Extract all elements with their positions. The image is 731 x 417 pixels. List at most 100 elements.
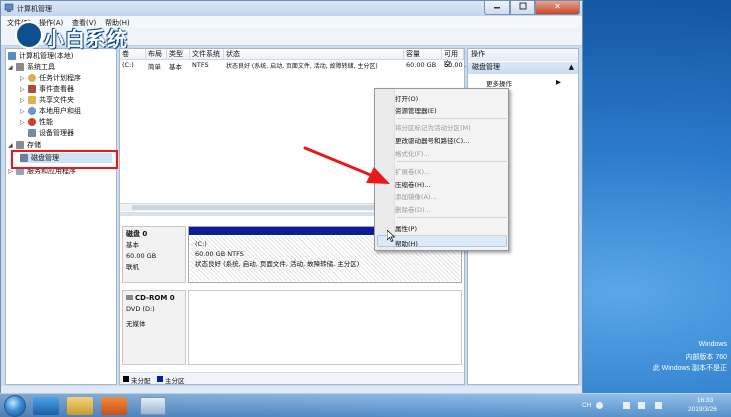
tree-item-device-manager-label: 设备管理器 xyxy=(39,129,74,137)
tree-item-device-manager[interactable]: 设备管理器 xyxy=(28,128,74,138)
navigation-tree: 计算机管理(本地) ◢ 系统工具 ▷ 任务计划程序 ▷ 事件查看器 ▷ 共享文件… xyxy=(5,48,117,385)
tree-item-storage-label: 存储 xyxy=(27,141,41,149)
ctx-separator xyxy=(397,161,507,162)
tree-item-shared-folders-label: 共享文件夹 xyxy=(39,96,74,104)
legend-unallocated: 未分配 xyxy=(131,377,151,385)
submenu-arrow-icon: ▶ xyxy=(556,78,561,86)
performance-icon xyxy=(28,118,36,126)
tree-item-system-tools[interactable]: ◢ 系统工具 xyxy=(8,62,55,72)
context-menu-gutter xyxy=(375,89,395,250)
ctx-help[interactable]: 帮助(H) xyxy=(395,238,418,248)
collapse-arrow-icon[interactable]: ▷ xyxy=(20,75,26,82)
close-button[interactable]: ✕ xyxy=(535,1,580,15)
tree-item-event-viewer[interactable]: ▷ 事件查看器 xyxy=(20,84,74,94)
minimize-icon xyxy=(494,7,500,9)
disk-0-title: 磁盘 0 xyxy=(126,230,148,238)
tree-item-storage[interactable]: ◢ 存储 xyxy=(8,140,41,150)
device-manager-icon xyxy=(28,129,36,137)
status-bar xyxy=(1,386,582,393)
partition-status: 状态良好 (系统, 启动, 页面文件, 活动, 故障转储, 主分区) xyxy=(195,260,360,268)
media-player-icon[interactable] xyxy=(101,397,127,415)
cdrom-0-drive: DVD (D:) xyxy=(126,305,155,313)
legend-bar: 未分配 主分区 xyxy=(120,372,464,385)
desktop-windows-text: Windows xyxy=(698,341,727,348)
collapse-arrow-icon[interactable]: ▷ xyxy=(20,86,26,93)
minimize-button[interactable] xyxy=(484,1,510,15)
layout-cell: 简单 xyxy=(148,63,161,71)
window-title: 计算机管理 xyxy=(17,5,52,13)
cdrom-0-label[interactable]: CD-ROM 0 DVD (D:) 无媒体 xyxy=(122,290,186,365)
ctx-mark-active[interactable]: 将分区标记为活动分区(M) xyxy=(395,122,471,132)
column-header-type[interactable]: 类型 xyxy=(167,49,190,60)
disk-0-type: 基本 xyxy=(126,241,139,249)
folder-icon xyxy=(28,96,36,104)
maximize-button[interactable] xyxy=(510,1,535,15)
tree-item-performance[interactable]: ▷ 性能 xyxy=(20,117,53,127)
clock-icon xyxy=(28,74,36,82)
event-viewer-icon xyxy=(28,85,36,93)
ctx-separator xyxy=(397,235,507,236)
tray-network-icon[interactable] xyxy=(638,402,645,409)
watermark-logo-icon xyxy=(15,21,43,49)
collapse-up-icon[interactable]: ▲ xyxy=(569,62,574,73)
computer-management-taskbar-icon[interactable] xyxy=(140,397,166,415)
tree-item-local-users[interactable]: ▷ 本地用户和组 xyxy=(20,106,81,116)
ctx-separator xyxy=(397,118,507,119)
tray-volume-icon[interactable] xyxy=(655,402,662,409)
collapse-arrow-icon[interactable]: ▷ xyxy=(20,97,26,104)
collapse-arrow-icon[interactable]: ▷ xyxy=(20,108,26,115)
language-indicator[interactable]: CH xyxy=(582,402,591,409)
ctx-change-drive-letter[interactable]: 更改驱动器号和路径(C)... xyxy=(395,135,469,145)
ctx-explorer[interactable]: 资源管理器(E) xyxy=(395,105,437,115)
column-header-layout[interactable]: 布局 xyxy=(146,49,167,60)
ctx-properties[interactable]: 属性(P) xyxy=(395,223,417,233)
clock-date[interactable]: 2019/3/26 xyxy=(688,406,717,413)
table-row[interactable]: (C:) 简单 基本 NTFS 状态良好 (系统, 启动, 页面文件, 活动, … xyxy=(120,61,471,71)
cdrom-0-title: CD-ROM 0 xyxy=(126,293,182,304)
tree-item-performance-label: 性能 xyxy=(39,118,53,126)
actions-header: 操作 xyxy=(468,49,578,61)
collapse-arrow-icon[interactable]: ▷ xyxy=(20,119,26,126)
context-menu: 打开(O) 资源管理器(E) 将分区标记为活动分区(M) 更改驱动器号和路径(C… xyxy=(374,88,509,251)
ctx-separator xyxy=(397,217,507,218)
tree-item-task-scheduler[interactable]: ▷ 任务计划程序 xyxy=(20,73,81,83)
expand-arrow-icon[interactable]: ◢ xyxy=(8,64,14,71)
title-bar[interactable]: 计算机管理 ✕ xyxy=(1,1,582,16)
tree-item-shared-folders[interactable]: ▷ 共享文件夹 xyxy=(20,95,74,105)
annotation-highlight-box xyxy=(11,150,118,169)
disk-0-label[interactable]: 磁盘 0 基本 60.00 GB 联机 xyxy=(122,226,186,283)
desktop-genuine-text: 此 Windows 副本不是正 xyxy=(652,365,727,372)
type-cell: 基本 xyxy=(169,63,182,71)
start-button[interactable] xyxy=(4,395,26,417)
tray-help-icon[interactable] xyxy=(596,402,603,409)
column-header-volume[interactable]: 卷 xyxy=(120,49,146,60)
ctx-add-mirror[interactable]: 添加镜像(A)... xyxy=(395,191,437,201)
ctx-extend-volume[interactable]: 扩展卷(X)... xyxy=(395,166,430,176)
close-icon: ✕ xyxy=(554,2,561,11)
cdrom-icon xyxy=(126,295,133,300)
column-header-status[interactable]: 状态 xyxy=(224,49,404,60)
expand-arrow-icon[interactable]: ◢ xyxy=(8,142,14,149)
more-actions-item[interactable]: 更多操作 ▶ xyxy=(486,78,561,88)
actions-section-label: 磁盘管理 xyxy=(472,63,500,71)
tree-item-local-users-label: 本地用户和组 xyxy=(39,107,81,115)
storage-icon xyxy=(16,141,24,149)
column-header-filesystem[interactable]: 文件系统 xyxy=(190,49,224,60)
tray-flag-icon[interactable] xyxy=(623,402,630,409)
actions-section-disk-management[interactable]: 磁盘管理 ▲ xyxy=(468,62,578,74)
ctx-shrink-volume[interactable]: 压缩卷(H)... xyxy=(395,179,431,189)
volume-cell: (C:) xyxy=(122,61,134,69)
clock-time[interactable]: 16:33 xyxy=(697,397,713,404)
computer-management-icon xyxy=(4,3,14,12)
column-header-free[interactable]: 可用空 xyxy=(442,49,464,68)
users-icon xyxy=(28,107,36,115)
ctx-delete-volume[interactable]: 删除卷(D)... xyxy=(395,204,431,214)
disk-0-size: 60.00 GB xyxy=(126,252,157,260)
ie-icon[interactable] xyxy=(33,397,59,415)
cdrom-0-area[interactable] xyxy=(188,290,462,365)
mouse-cursor-icon xyxy=(387,230,395,242)
ctx-open[interactable]: 打开(O) xyxy=(395,93,418,103)
explorer-folder-icon[interactable] xyxy=(67,397,93,415)
ctx-format[interactable]: 格式化(F)... xyxy=(395,148,430,158)
column-header-capacity[interactable]: 容量 xyxy=(404,49,442,60)
